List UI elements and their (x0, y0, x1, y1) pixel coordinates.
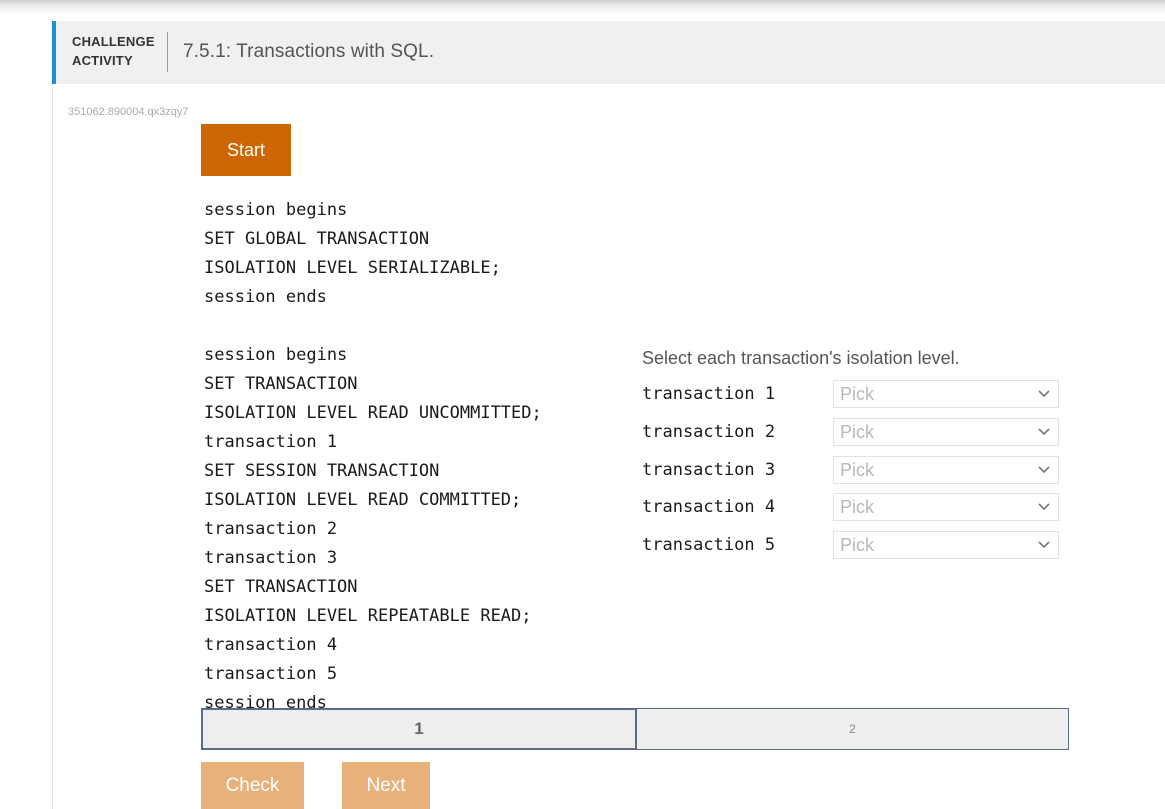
isolation-level-select[interactable]: Pick (833, 418, 1059, 446)
select-value: Pick (840, 384, 875, 404)
select-value: Pick (840, 497, 875, 517)
transaction-label: transaction 1 (642, 384, 776, 404)
transaction-row: transaction 3 Pick (642, 456, 1060, 484)
code-line: session begins (204, 200, 348, 220)
sql-code-block: session begins SET GLOBAL TRANSACTION IS… (201, 196, 621, 710)
code-line: ISOLATION LEVEL READ UNCOMMITTED; (204, 403, 542, 423)
code-line: SET TRANSACTION (204, 577, 358, 597)
start-button[interactable]: Start (201, 124, 291, 176)
isolation-level-select[interactable]: Pick (833, 493, 1059, 521)
level-stepper: 1 2 (201, 708, 1069, 750)
transaction-row: transaction 5 Pick (642, 531, 1060, 559)
chevron-down-icon (1038, 428, 1050, 436)
transaction-row: transaction 1 Pick (642, 380, 1060, 408)
code-line: ISOLATION LEVEL READ COMMITTED; (204, 490, 522, 510)
isolation-level-select[interactable]: Pick (833, 380, 1059, 408)
code-line: transaction 5 (204, 664, 338, 684)
level-1-step[interactable]: 1 (201, 708, 637, 750)
transaction-label: transaction 3 (642, 460, 776, 480)
chevron-down-icon (1038, 390, 1050, 398)
page-top-shadow (0, 0, 1165, 14)
activity-id: 351062.890004.qx3zqy7 (68, 106, 189, 118)
chevron-down-icon (1038, 541, 1050, 549)
select-value: Pick (840, 535, 875, 555)
code-line: transaction 2 (204, 519, 338, 539)
select-value: Pick (840, 460, 875, 480)
code-line: transaction 3 (204, 548, 338, 568)
header-divider (167, 32, 168, 72)
transaction-row: transaction 2 Pick (642, 418, 1060, 446)
code-line: ISOLATION LEVEL REPEATABLE READ; (204, 606, 532, 626)
level-2-step[interactable]: 2 (637, 708, 1069, 750)
check-button[interactable]: Check (201, 762, 304, 809)
activity-title: 7.5.1: Transactions with SQL. (183, 41, 435, 62)
badge-line-1: CHALLENGE (72, 34, 155, 49)
code-line: SET SESSION TRANSACTION (204, 461, 440, 481)
code-line: transaction 4 (204, 635, 338, 655)
code-line: ISOLATION LEVEL SERIALIZABLE; (204, 258, 501, 278)
badge-line-2: ACTIVITY (72, 53, 133, 68)
isolation-level-select[interactable]: Pick (833, 456, 1059, 484)
question-prompt: Select each transaction's isolation leve… (642, 348, 960, 368)
transaction-row: transaction 4 Pick (642, 493, 1060, 521)
transaction-label: transaction 5 (642, 535, 776, 555)
select-value: Pick (840, 422, 875, 442)
code-line: SET GLOBAL TRANSACTION (204, 229, 430, 249)
transaction-label: transaction 4 (642, 497, 776, 517)
code-line: transaction 1 (204, 432, 338, 452)
isolation-level-select[interactable]: Pick (833, 531, 1059, 559)
code-line: session begins (204, 345, 348, 365)
code-line: session ends (204, 287, 327, 307)
code-line: SET TRANSACTION (204, 374, 358, 394)
transaction-label: transaction 2 (642, 422, 776, 442)
chevron-down-icon (1038, 466, 1050, 474)
chevron-down-icon (1038, 503, 1050, 511)
activity-header: CHALLENGE ACTIVITY 7.5.1: Transactions w… (52, 21, 1165, 84)
code-line: session ends (204, 693, 327, 710)
next-button[interactable]: Next (342, 762, 430, 809)
challenge-activity-badge: CHALLENGE ACTIVITY (72, 32, 170, 70)
